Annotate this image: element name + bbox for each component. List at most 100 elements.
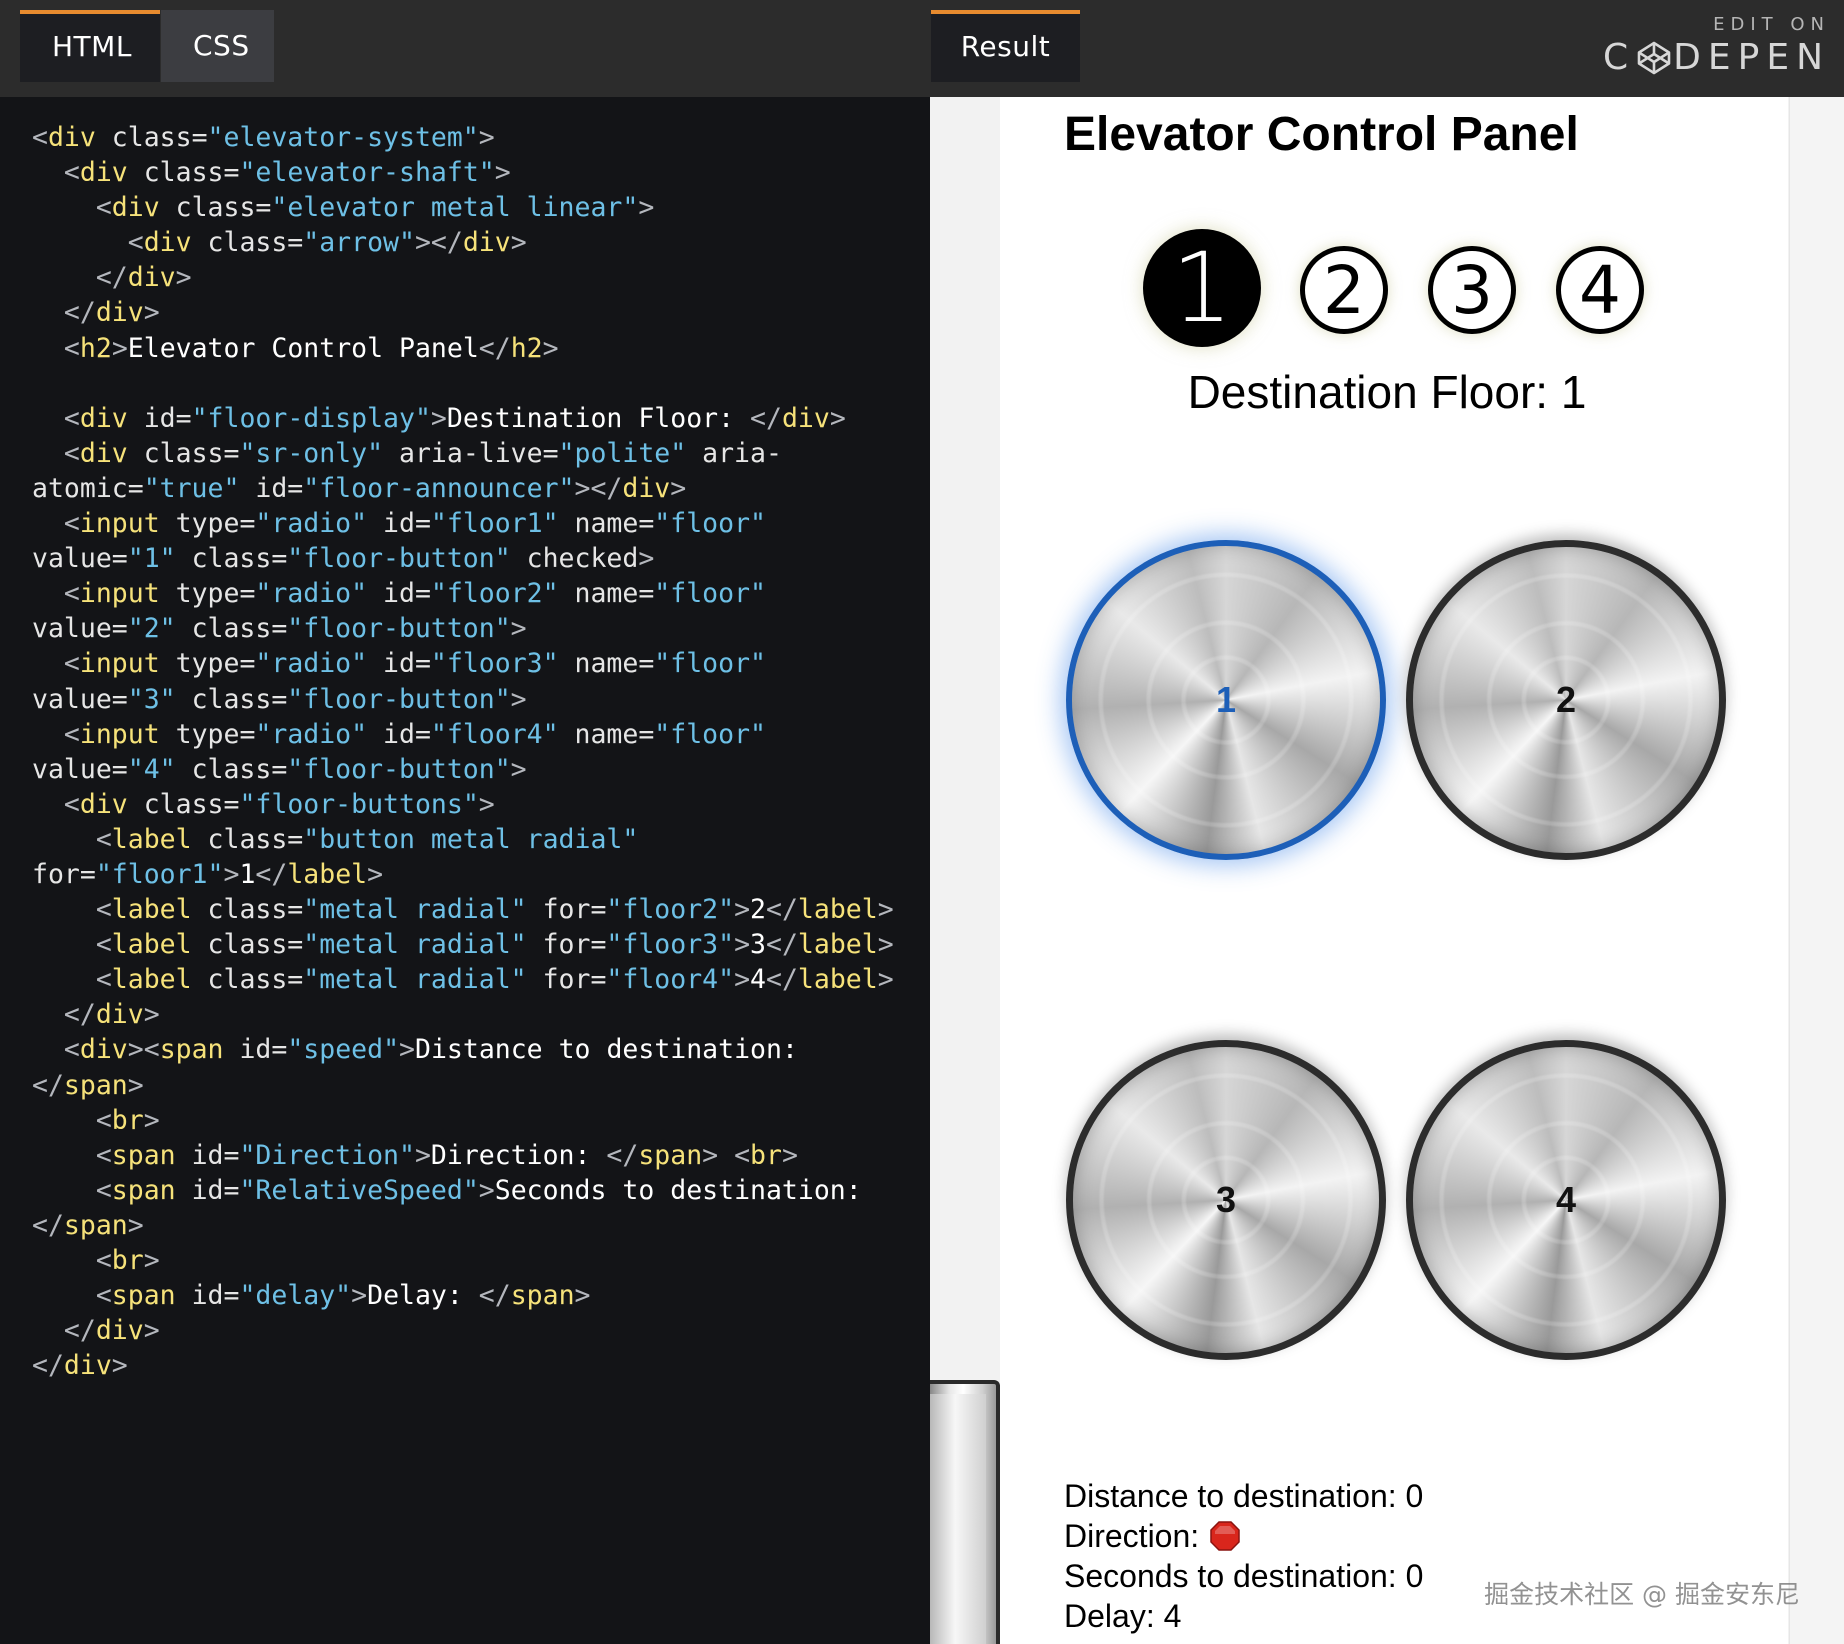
code-token: class= [191, 823, 304, 855]
code-token: >< [127, 1034, 160, 1066]
code-token: br [111, 1245, 144, 1276]
code-token: for= [526, 894, 607, 926]
tab-html[interactable]: HTML [20, 10, 160, 82]
result-preview: Elevator Control Panel 1 2 3 4 Destinati… [930, 97, 1844, 1644]
editor-tab-bar: HTML CSS [0, 0, 930, 97]
code-line: </div> [32, 997, 912, 1032]
code-token: < [95, 1174, 112, 1206]
code-line: <h2>Elevator Control Panel</h2> [32, 331, 912, 366]
code-token: > [829, 402, 846, 434]
edit-on-codepen-link[interactable]: EDIT ON C DEPEN [1603, 14, 1830, 78]
code-line: <div><span id="speed">Distance to destin… [32, 1032, 912, 1067]
floor-button-3[interactable]: 3 [1066, 1040, 1386, 1360]
code-token: br [750, 1139, 782, 1171]
code-token: < [95, 192, 112, 224]
code-token: > [143, 1104, 160, 1136]
code-token: class= [175, 753, 288, 785]
code-token: div [95, 1315, 144, 1347]
code-line: <div class="arrow"></div> [32, 225, 912, 260]
codepen-brand-left: C [1603, 37, 1636, 78]
html-editor-pane: HTML CSS <div class="elevator-system"> <… [0, 0, 930, 1644]
watermark: 掘金技术社区 @ 掘金安东尼 [1484, 1580, 1800, 1609]
code-token: > [367, 858, 384, 890]
code-token: "floor1" [430, 508, 559, 540]
code-token: name= [558, 648, 655, 680]
code-token: </ [32, 1209, 64, 1241]
code-token: < [63, 402, 80, 434]
codepen-logo: C DEPEN [1603, 37, 1830, 78]
distance-text: Distance to destination: 0 [1064, 1478, 1424, 1514]
code-token: < [95, 929, 112, 961]
tab-css[interactable]: CSS [161, 10, 274, 82]
floor-button-1[interactable]: 1 [1066, 540, 1386, 860]
code-line: <input type="radio" id="floor2" name="fl… [32, 576, 912, 611]
code-token: "floor2" [606, 894, 735, 926]
code-line: <input type="radio" id="floor1" name="fl… [32, 506, 912, 541]
code-token: > [143, 1315, 160, 1347]
floor-button-4[interactable]: 4 [1406, 1040, 1726, 1360]
code-token: "radio" [255, 578, 368, 610]
code-line: <span id="RelativeSpeed">Seconds to dest… [32, 1173, 912, 1208]
floor-button-2[interactable]: 2 [1406, 540, 1726, 860]
code-token: < [63, 157, 80, 189]
code-token: < [95, 964, 112, 996]
code-token: "floor" [654, 718, 766, 750]
code-token: Seconds to destination: [494, 1174, 862, 1206]
code-token: </ [32, 1069, 64, 1101]
code-token: for= [526, 964, 607, 996]
code-token: </ [750, 402, 782, 434]
code-editor[interactable]: <div class="elevator-system"> <div class… [32, 120, 912, 1383]
code-token: span [111, 1174, 176, 1206]
code-token: < [63, 508, 80, 540]
code-token: Direction: [430, 1139, 607, 1171]
code-token: span [510, 1280, 575, 1312]
code-token: </ [478, 1280, 511, 1312]
code-token: span [111, 1139, 176, 1171]
code-token: aria- [686, 437, 782, 469]
code-token: > [638, 543, 655, 575]
code-token: "4" [127, 753, 176, 785]
elevator-stats: Distance to destination: 0 Direction: Se… [1064, 1476, 1423, 1636]
code-token: < [63, 332, 80, 364]
result-scroll-gutter [1789, 97, 1844, 1644]
code-token: > [574, 1280, 591, 1312]
code-token: > [399, 1034, 415, 1066]
tab-result[interactable]: Result [931, 10, 1080, 82]
edit-on-label: EDIT ON [1713, 14, 1830, 35]
code-line: </div> [32, 1348, 912, 1383]
code-token: div [95, 297, 144, 329]
code-token: div [79, 157, 128, 189]
code-token: "floor" [654, 578, 766, 610]
code-token: > [734, 894, 751, 926]
code-token: name= [558, 508, 655, 540]
code-token: > [143, 999, 160, 1031]
code-line: <label class="metal radial" for="floor2"… [32, 892, 912, 927]
code-line: </div> [32, 260, 912, 295]
elevator-car [930, 1394, 986, 1644]
code-token: 2 [750, 894, 766, 926]
code-token: span [63, 1209, 128, 1241]
code-token: </ [766, 929, 798, 961]
code-token: > [143, 297, 160, 329]
code-token: name= [558, 578, 655, 610]
code-token: < [63, 788, 80, 820]
code-token: value= [32, 543, 128, 575]
code-token: </ [32, 1350, 64, 1382]
code-token: div [462, 227, 511, 259]
code-token: div [47, 122, 96, 153]
code-token: class= [127, 437, 240, 469]
code-token: > [877, 964, 894, 996]
code-token: < [63, 648, 80, 680]
code-token: "2" [127, 613, 176, 645]
